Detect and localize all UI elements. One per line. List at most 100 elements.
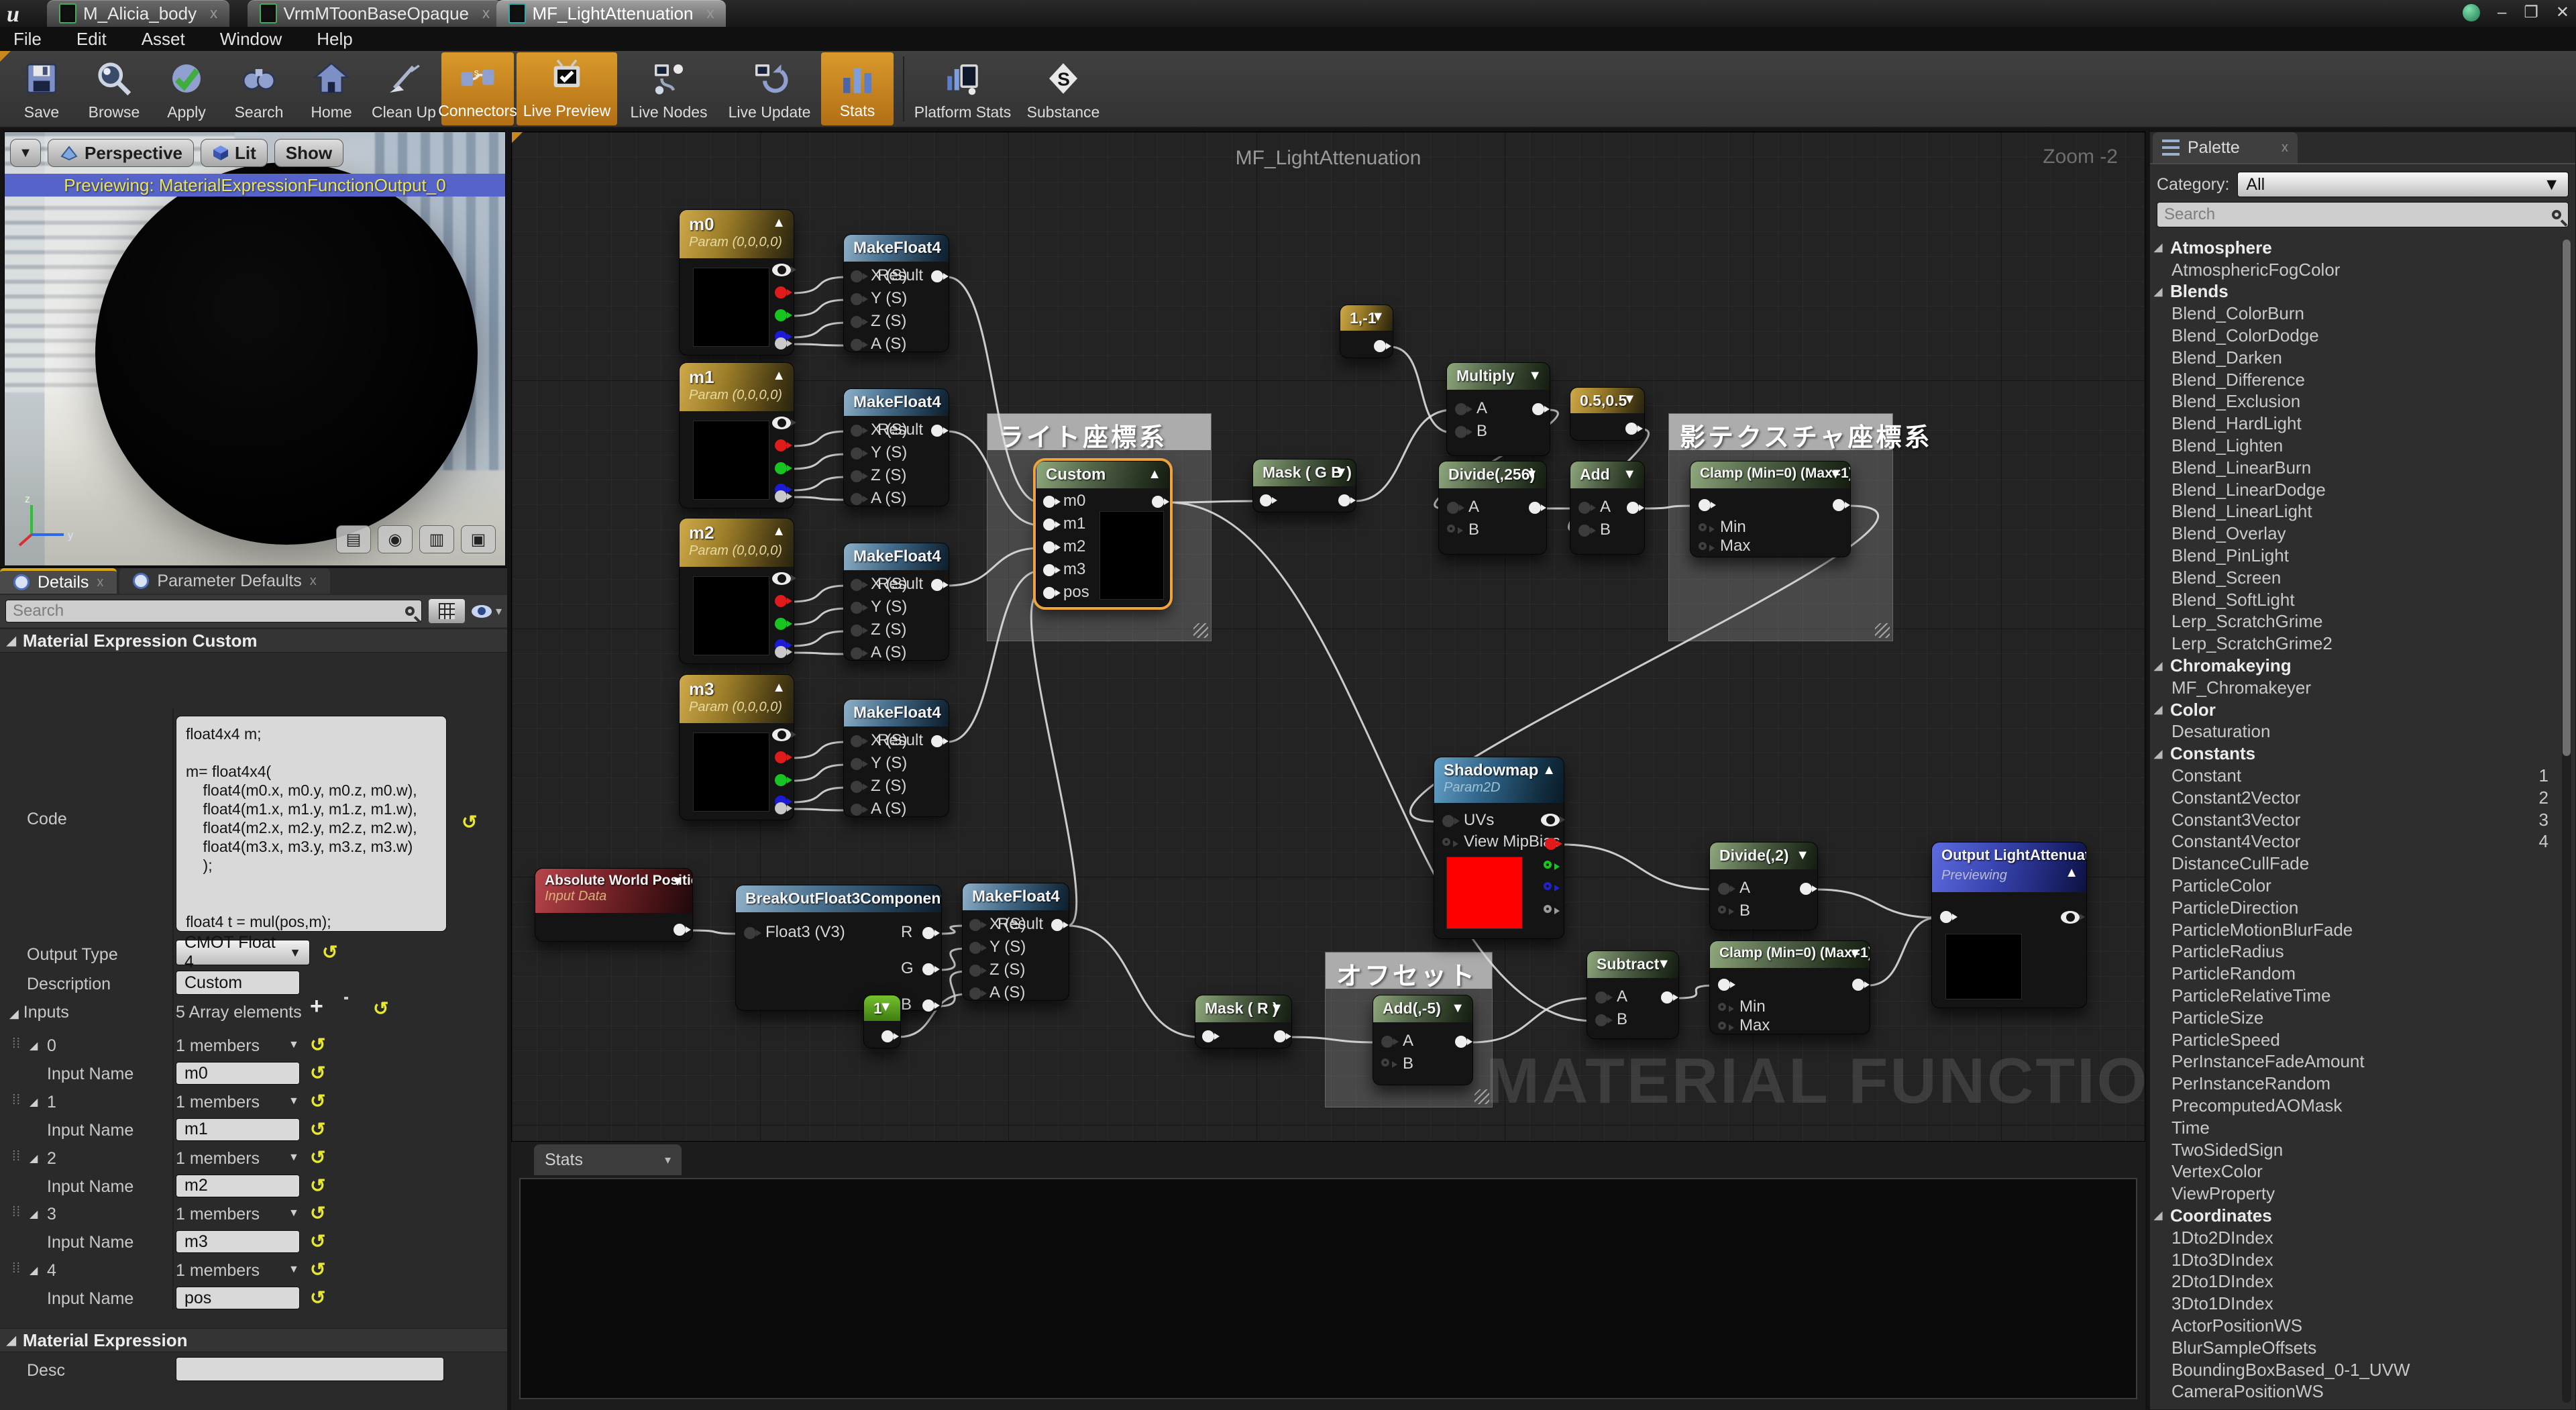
- drag-handle-icon[interactable]: ⁞⁞: [12, 1205, 21, 1220]
- palette-item-Constant3Vector[interactable]: Constant3Vector3: [2154, 809, 2558, 831]
- mipbias-pin[interactable]: [1442, 838, 1450, 846]
- b-pin[interactable]: [1447, 525, 1455, 533]
- palette-item-2Dto1DIndex[interactable]: 2Dto1DIndex: [2154, 1270, 2558, 1293]
- chevron-down-icon[interactable]: ▼: [288, 1152, 299, 1164]
- show-button[interactable]: Show: [274, 139, 343, 167]
- output-pin[interactable]: [1374, 340, 1386, 352]
- wire[interactable]: [1868, 918, 1937, 985]
- wire[interactable]: [1031, 594, 1076, 926]
- b-pin[interactable]: [1595, 1014, 1607, 1026]
- collapse-triangle-icon[interactable]: ◢: [30, 1207, 38, 1221]
- palette-item-ViewProperty[interactable]: ViewProperty: [2154, 1183, 2558, 1205]
- red-output-pin[interactable]: [775, 286, 787, 299]
- output-type-dropdown[interactable]: CMOT Float 4▼: [176, 940, 310, 965]
- search-button[interactable]: Search: [223, 51, 295, 127]
- menu-file[interactable]: File: [13, 29, 42, 50]
- blue-output-pin[interactable]: [1544, 882, 1552, 890]
- palette-item-Blend_PinLight[interactable]: Blend_PinLight: [2154, 545, 2558, 567]
- asset-tab-M_Alicia_body[interactable]: M_Alicia_bodyx: [47, 0, 229, 27]
- palette-item-Blend_LinearDodge[interactable]: Blend_LinearDodge: [2154, 479, 2558, 501]
- palette-item-AtmosphericFogColor[interactable]: AtmosphericFogColor: [2154, 259, 2558, 281]
- palette-category-Constants[interactable]: ◢Constants: [2154, 743, 2558, 765]
- red-output-pin[interactable]: [775, 439, 787, 451]
- section-material-expression-custom[interactable]: ◢ Material Expression Custom: [0, 629, 507, 653]
- node-c5[interactable]: 0.5,0.5▼: [1570, 387, 1645, 441]
- output-pin[interactable]: [1274, 1030, 1286, 1042]
- output-pin[interactable]: [1532, 403, 1544, 415]
- apply-button[interactable]: Apply: [150, 51, 223, 127]
- connectors-button[interactable]: sConnectors: [441, 52, 514, 125]
- palette-item-Blend_Lighten[interactable]: Blend_Lighten: [2154, 435, 2558, 457]
- node-out[interactable]: Output LightAttenuationPreviewing▲: [1931, 842, 2087, 1008]
- wire[interactable]: [690, 930, 741, 934]
- palette-item-DistanceCullFade[interactable]: DistanceCullFade: [2154, 853, 2558, 875]
- input-pin[interactable]: [851, 781, 863, 793]
- a-pin[interactable]: [1578, 502, 1591, 514]
- output-pin[interactable]: [1455, 1036, 1467, 1048]
- tab-details[interactable]: Details x: [0, 568, 117, 594]
- rgb-output-pin[interactable]: [1541, 814, 1560, 826]
- input-pin[interactable]: [851, 270, 863, 282]
- reset-icon[interactable]: ↺: [310, 1258, 325, 1281]
- min-pin[interactable]: [1718, 1003, 1726, 1011]
- add-element-icon[interactable]: +: [310, 993, 323, 1020]
- node-mf5[interactable]: MakeFloat4X (S)Y (S)Z (S)A (S)Result: [962, 883, 1069, 1001]
- input-name-field[interactable]: m1: [176, 1118, 300, 1141]
- wire[interactable]: [791, 454, 848, 469]
- palette-item-ParticleRelativeTime[interactable]: ParticleRelativeTime: [2154, 985, 2558, 1007]
- viewport-tool-button-4[interactable]: ▣: [461, 525, 496, 553]
- palette-item-CameraPositionWS[interactable]: CameraPositionWS: [2154, 1380, 2558, 1403]
- save-button[interactable]: Save: [5, 51, 78, 127]
- palette-item-Blend_Difference[interactable]: Blend_Difference: [2154, 369, 2558, 391]
- preview-eye-pin[interactable]: [772, 572, 791, 585]
- palette-item-ParticleRadius[interactable]: ParticleRadius: [2154, 941, 2558, 963]
- collapse-icon[interactable]: ▲: [772, 368, 786, 384]
- close-button[interactable]: ✕: [2556, 3, 2569, 22]
- palette-item-Desaturation[interactable]: Desaturation: [2154, 721, 2558, 743]
- collapse-icon[interactable]: ▼: [1848, 946, 1862, 962]
- b-pin[interactable]: [1381, 1059, 1389, 1067]
- asset-tab-VrmMToonBaseOpaque[interactable]: VrmMToonBaseOpaquex: [248, 0, 502, 27]
- palette-item-BoundingBoxBased_0-1_UVW[interactable]: BoundingBoxBased_0-1_UVW: [2154, 1359, 2558, 1381]
- reset-icon[interactable]: ↺: [310, 1062, 325, 1084]
- output-pin[interactable]: [1661, 991, 1673, 1004]
- preview-viewport[interactable]: ▼ Perspective Lit Show Previewing: Mater…: [4, 131, 506, 566]
- browse-button[interactable]: Browse: [78, 51, 150, 127]
- reset-icon[interactable]: ↺: [322, 941, 337, 963]
- green-output-pin[interactable]: [775, 774, 787, 786]
- preview-eye-pin[interactable]: [772, 417, 791, 429]
- palette-item-ParticleSize[interactable]: ParticleSize: [2154, 1007, 2558, 1029]
- wire[interactable]: [791, 431, 848, 446]
- collapse-triangle-icon[interactable]: ◢: [30, 1152, 38, 1165]
- a-pin[interactable]: [1447, 502, 1459, 514]
- palette-item-VertexColor[interactable]: VertexColor: [2154, 1160, 2558, 1183]
- viewport-tool-button-2[interactable]: ◉: [378, 525, 413, 553]
- input-pin[interactable]: [851, 647, 863, 659]
- node-mf3[interactable]: MakeFloat4X (S)Y (S)Z (S)A (S)Result: [843, 543, 949, 661]
- platform-stats-button[interactable]: Platform Stats: [912, 51, 1013, 127]
- status-circle-icon[interactable]: [2463, 4, 2480, 21]
- wire[interactable]: [791, 765, 848, 781]
- wire[interactable]: [1067, 926, 1199, 1037]
- input-pin[interactable]: [851, 493, 863, 505]
- preview-eye-pin[interactable]: [2061, 911, 2080, 924]
- a-pin[interactable]: [1595, 991, 1607, 1004]
- collapse-icon[interactable]: ▼: [1525, 467, 1538, 482]
- view-options-button[interactable]: ▾: [472, 604, 502, 618]
- reset-icon[interactable]: ↺: [310, 1287, 325, 1309]
- palette-search-input[interactable]: [2164, 205, 2552, 224]
- reset-icon[interactable]: ↺: [310, 1175, 325, 1197]
- output-pin[interactable]: [1152, 496, 1164, 508]
- viewport-tool-button-1[interactable]: ▤: [336, 525, 371, 553]
- output-pin-R[interactable]: [922, 927, 934, 939]
- a-pin[interactable]: [1718, 883, 1730, 895]
- input-pin[interactable]: [1202, 1030, 1214, 1042]
- alpha-output-pin[interactable]: [775, 802, 787, 814]
- node-c1[interactable]: 1▼: [863, 995, 901, 1048]
- palette-item-3Dto1DIndex[interactable]: 3Dto1DIndex: [2154, 1293, 2558, 1315]
- array-element-row-4[interactable]: ⁞⁞ ◢ 4 1 members ▼ ↺: [0, 1257, 507, 1285]
- menu-asset[interactable]: Asset: [142, 29, 185, 50]
- red-output-pin[interactable]: [775, 595, 787, 607]
- wire[interactable]: [791, 653, 848, 654]
- input-pin[interactable]: [1940, 911, 1952, 923]
